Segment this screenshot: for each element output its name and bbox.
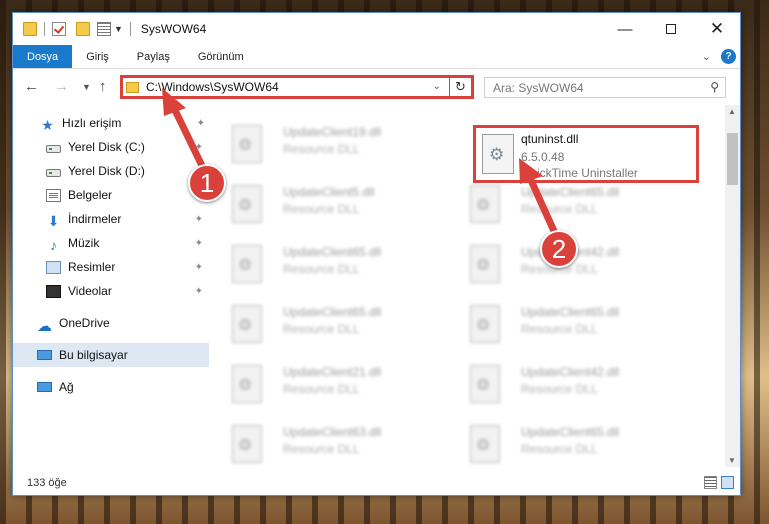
callout-badge-1: 1 (188, 164, 226, 202)
callout-badge-2: 2 (540, 230, 578, 268)
callout-arrow-1 (162, 88, 209, 176)
callout-arrow-2 (519, 158, 562, 244)
callout-arrows (162, 88, 562, 244)
